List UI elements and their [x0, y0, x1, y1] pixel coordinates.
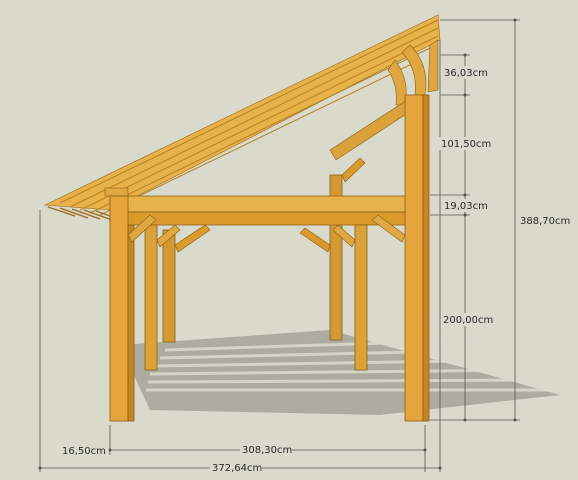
dim-post-height: 200,00cm — [443, 315, 493, 326]
pergola-drawing: 36,03cm 101,50cm 19,03cm 200,00cm 388,70… — [38, 14, 570, 474]
dim-upper-height: 101,50cm — [441, 139, 491, 150]
dim-beam-height: 19,03cm — [444, 201, 488, 212]
dim-span: 308,30cm — [242, 445, 292, 456]
dim-overhang: 16,50cm — [62, 446, 106, 457]
dim-total-height: 388,70cm — [520, 216, 570, 227]
roof-rafters — [43, 14, 441, 211]
dim-total-width: 372,64cm — [212, 463, 262, 474]
dim-roof-thickness: 36,03cm — [444, 68, 488, 79]
